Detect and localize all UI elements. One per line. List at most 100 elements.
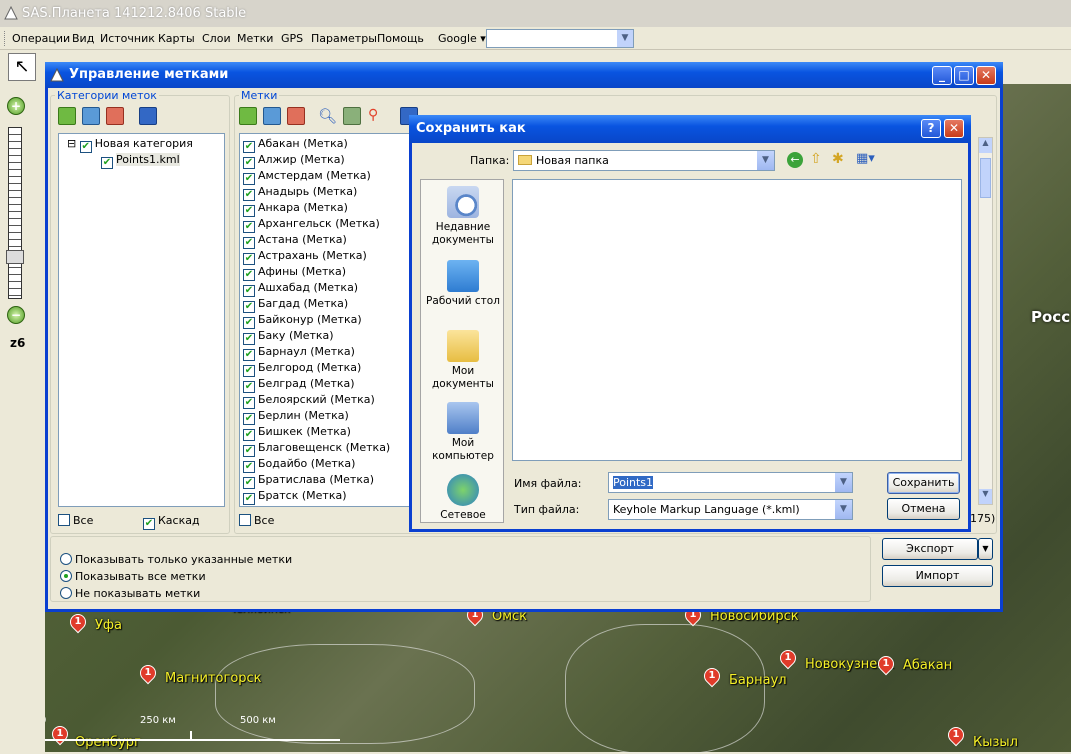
filetype-select[interactable]: Keyhole Markup Language (*.kml) ▼	[608, 499, 853, 520]
search-input[interactable]: ▼	[486, 29, 634, 48]
menu-gps[interactable]: GPS	[281, 32, 303, 45]
scroll-thumb[interactable]	[980, 158, 991, 198]
folder-select[interactable]: Новая папка ▼	[513, 150, 775, 171]
mark-list-item[interactable]: ✔ Анкара (Метка)	[243, 200, 418, 217]
place-my-documents[interactable]: Мои документы	[421, 330, 505, 391]
place-my-computer[interactable]: Мой компьютер	[421, 402, 505, 463]
pin-icon[interactable]: ⚲	[368, 107, 386, 125]
mark-list-item[interactable]: ✔ Братислава (Метка)	[243, 472, 418, 489]
zoom-in-icon[interactable]: +	[7, 97, 25, 115]
mark-label: Алжир (Метка)	[258, 153, 345, 166]
menu-marks[interactable]: Метки	[237, 32, 273, 45]
radio-show-none[interactable]: Не показывать метки	[60, 587, 200, 600]
mark-list-item[interactable]: ✔ Байконур (Метка)	[243, 312, 418, 329]
cursor-tool-button[interactable]: ↖	[8, 53, 36, 81]
place-desktop[interactable]: Рабочий стол	[421, 260, 505, 308]
mark-list-item[interactable]: ✔ Архангельск (Метка)	[243, 216, 418, 233]
mark-list-item[interactable]: ✔ Баку (Метка)	[243, 328, 418, 345]
mark-list-item[interactable]: ✔ Амстердам (Метка)	[243, 168, 418, 185]
menu-layers[interactable]: Слои	[202, 32, 231, 45]
new-folder-icon[interactable]: ✱	[832, 151, 844, 167]
mark-list-item[interactable]: ✔ Берлин (Метка)	[243, 408, 418, 425]
zoom-slider-track[interactable]	[8, 127, 22, 299]
mark-list-item[interactable]: ✔ Барнаул (Метка)	[243, 344, 418, 361]
up-folder-icon[interactable]: ⇧	[810, 151, 822, 167]
mark-label: Анадырь (Метка)	[258, 185, 358, 198]
mark-list-item[interactable]: ✔ Афины (Метка)	[243, 264, 418, 281]
file-list[interactable]	[512, 179, 962, 461]
marks-rows: ✔ Абакан (Метка) ✔ Алжир (Метка) ✔ Амстердам …	[240, 134, 418, 505]
tree-node-category[interactable]: ⊟ ✔ Новая категория	[59, 136, 224, 153]
maximize-button[interactable]: □	[954, 66, 974, 85]
mark-list-item[interactable]: ✔ Белоярский (Метка)	[243, 392, 418, 409]
menu-view[interactable]: Вид	[72, 32, 94, 45]
search-provider-select[interactable]: Google ▾	[432, 29, 486, 48]
save-button[interactable]: Сохранить	[887, 472, 960, 494]
minimize-button[interactable]: _	[932, 66, 952, 85]
checkbox[interactable]: ✔	[101, 157, 113, 169]
radio-show-selected[interactable]: Показывать только указанные метки	[60, 553, 292, 566]
mark-list-item[interactable]: ✔ Астана (Метка)	[243, 232, 418, 249]
help-button[interactable]: ?	[921, 119, 941, 138]
zoom-out-icon[interactable]: −	[7, 306, 25, 324]
delete-mark-icon[interactable]	[287, 107, 305, 125]
save-icon[interactable]	[139, 107, 157, 125]
cascade-checkbox[interactable]: ✔ Каскад	[143, 514, 200, 530]
menu-grip	[4, 31, 7, 46]
filename-input[interactable]: Points1 ▼	[608, 472, 853, 493]
import-button[interactable]: Импорт	[882, 565, 993, 587]
recent-documents-icon	[447, 186, 479, 218]
mark-list-item[interactable]: ✔ Бишкек (Метка)	[243, 424, 418, 441]
mark-list-item[interactable]: ✔ Абакан (Метка)	[243, 136, 418, 153]
mark-list-item[interactable]: ✔ Благовещенск (Метка)	[243, 440, 418, 457]
marks-list-scrollbar[interactable]: ▲ ▼	[978, 137, 993, 505]
chevron-down-icon: ▼	[757, 151, 774, 170]
mark-list-item[interactable]: ✔ Белград (Метка)	[243, 376, 418, 393]
back-icon[interactable]: ←	[787, 152, 803, 168]
close-button[interactable]: ✕	[944, 119, 964, 138]
mark-list-item[interactable]: ✔ Белгород (Метка)	[243, 360, 418, 377]
app-title: SAS.Планета 141212.8406 Stable	[22, 6, 247, 21]
place-recent[interactable]: Недавние документы	[421, 186, 505, 247]
checkbox[interactable]: ✔	[243, 493, 255, 505]
export-button[interactable]: Экспорт	[882, 538, 978, 560]
mark-list-item[interactable]: ✔ Братск (Метка)	[243, 488, 418, 505]
export-dropdown-icon[interactable]: ▼	[978, 538, 993, 560]
all-marks-checkbox[interactable]: Все	[239, 514, 274, 527]
menu-maps[interactable]: Карты	[158, 32, 195, 45]
mark-list-item[interactable]: ✔ Ашхабад (Метка)	[243, 280, 418, 297]
tree-node-file[interactable]: ✔ Points1.kml	[59, 152, 224, 169]
zoom-slider-handle[interactable]	[6, 250, 24, 264]
mark-list-item[interactable]: ✔ Анадырь (Метка)	[243, 184, 418, 201]
cancel-button[interactable]: Отмена	[887, 498, 960, 520]
place-network[interactable]: Сетевое	[421, 474, 505, 522]
view-menu-icon[interactable]: ▦▾	[856, 151, 875, 166]
edit-mark-icon[interactable]	[263, 107, 281, 125]
add-mark-icon[interactable]	[239, 107, 257, 125]
scroll-down-icon[interactable]: ▼	[979, 489, 992, 504]
close-button[interactable]: ✕	[976, 66, 996, 85]
checkbox[interactable]: ✔	[79, 141, 92, 153]
zoom-panel	[0, 84, 45, 752]
radio-show-all[interactable]: Показывать все метки	[60, 570, 206, 583]
menu-parameters[interactable]: Параметры	[311, 32, 377, 45]
edit-category-icon[interactable]	[82, 107, 100, 125]
marks-window-title: Управление метками	[69, 67, 229, 82]
map-view-icon[interactable]	[343, 107, 361, 125]
menu-help[interactable]: Помощь	[377, 32, 424, 45]
scroll-up-icon[interactable]: ▲	[979, 138, 992, 153]
marks-list[interactable]: ✔ Абакан (Метка) ✔ Алжир (Метка) ✔ Амстердам …	[239, 133, 419, 507]
city-label: Барнаул	[729, 673, 787, 688]
delete-category-icon[interactable]	[106, 107, 124, 125]
menu-operations[interactable]: Операции	[12, 32, 70, 45]
all-categories-checkbox[interactable]: Все	[58, 514, 93, 527]
add-category-icon[interactable]	[58, 107, 76, 125]
save-dialog-body: Папка: Новая папка ▼ ← ⇧ ✱ ▦▾ Недавние д…	[412, 143, 968, 529]
mark-list-item[interactable]: ✔ Алжир (Метка)	[243, 152, 418, 169]
mark-list-item[interactable]: ✔ Астрахань (Метка)	[243, 248, 418, 265]
mark-list-item[interactable]: ✔ Багдад (Метка)	[243, 296, 418, 313]
menu-source[interactable]: Источник	[100, 32, 155, 45]
categories-tree[interactable]: ⊟ ✔ Новая категория ✔ Points1.kml	[58, 133, 225, 507]
search-icon[interactable]: 🔍︎	[318, 107, 337, 125]
mark-list-item[interactable]: ✔ Бодайбо (Метка)	[243, 456, 418, 473]
